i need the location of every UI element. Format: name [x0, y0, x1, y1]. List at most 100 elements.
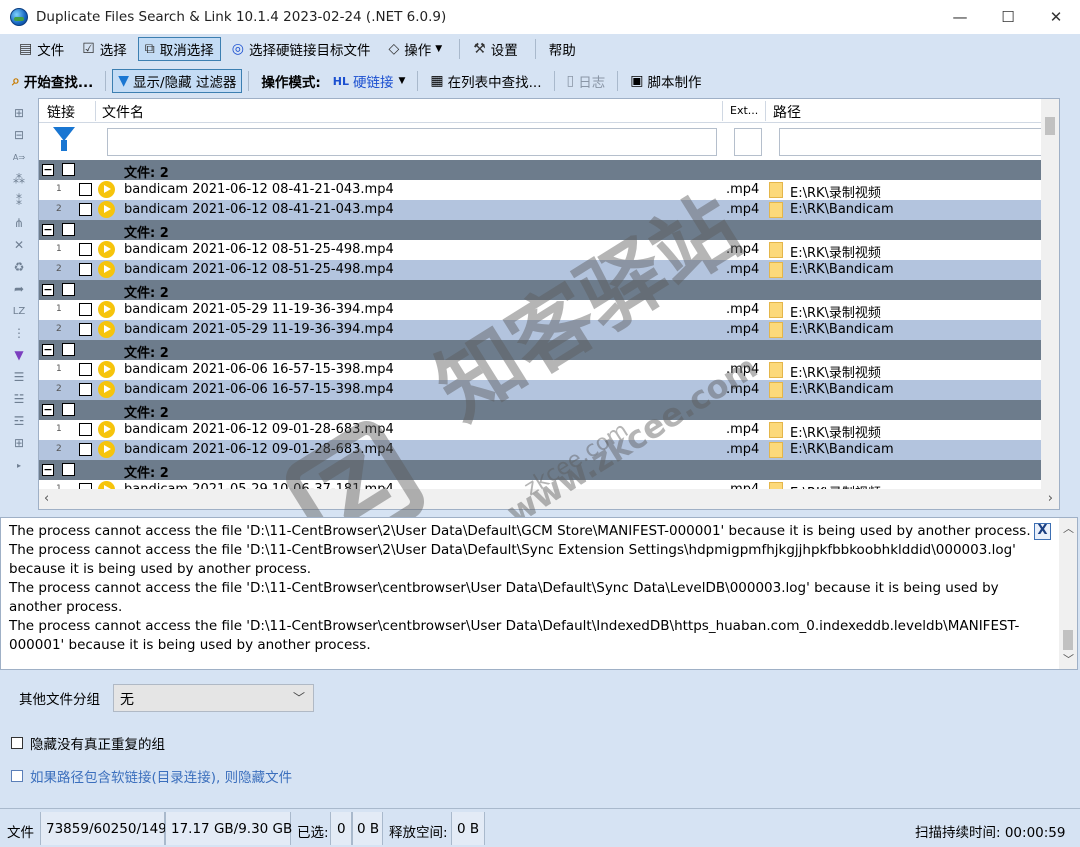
- scroll-right-icon[interactable]: ›: [1048, 491, 1053, 506]
- file-checkbox[interactable]: [79, 263, 92, 276]
- play-media-icon[interactable]: [98, 201, 115, 218]
- play-media-icon[interactable]: [98, 361, 115, 378]
- list-more-icon[interactable]: ☲: [8, 410, 30, 432]
- filename-filter-input[interactable]: [107, 128, 717, 156]
- collapse-group-icon[interactable]: −: [42, 224, 54, 236]
- file-row[interactable]: 2 bandicam 2021-06-12 08-41-21-043.mp4 .mp…: [39, 200, 1059, 220]
- play-media-icon[interactable]: [98, 301, 115, 318]
- col-ext-header[interactable]: Ext...: [730, 104, 758, 117]
- delete-icon[interactable]: ✕: [8, 234, 30, 256]
- group-checkbox[interactable]: [62, 163, 75, 176]
- ext-filter-input[interactable]: [734, 128, 762, 156]
- menu-select[interactable]: ☑ 选择: [75, 37, 134, 61]
- file-row[interactable]: 2 bandicam 2021-06-12 09-01-28-683.mp4 .mp…: [39, 440, 1059, 460]
- move-icon[interactable]: ➦: [8, 278, 30, 300]
- scroll-down-icon[interactable]: ﹀: [1063, 651, 1074, 667]
- group-row[interactable]: − 文件: 2: [39, 160, 1059, 181]
- menu-settings[interactable]: ⚒ 设置: [466, 37, 525, 61]
- file-checkbox[interactable]: [79, 443, 92, 456]
- script-button[interactable]: ▣ 脚本制作: [624, 69, 707, 93]
- play-media-icon[interactable]: [98, 321, 115, 338]
- file-checkbox[interactable]: [79, 203, 92, 216]
- scroll-left-icon[interactable]: ‹: [44, 491, 49, 506]
- group-checkbox[interactable]: [62, 223, 75, 236]
- group-row[interactable]: − 文件: 2: [39, 340, 1059, 361]
- group-checkbox[interactable]: [62, 463, 75, 476]
- start-search-button[interactable]: ⌕ 开始查找...: [6, 69, 99, 93]
- tree-icon[interactable]: ⋔: [8, 212, 30, 234]
- group-row[interactable]: − 文件: 2: [39, 460, 1059, 481]
- log-vertical-scrollbar[interactable]: ︿ ﹀: [1059, 518, 1077, 669]
- collapse-group-icon[interactable]: −: [42, 464, 54, 476]
- file-row[interactable]: 1 bandicam 2021-06-12 09-01-28-683.mp4 .mp…: [39, 420, 1059, 441]
- scrollbar-thumb[interactable]: [1045, 117, 1055, 135]
- filter-funnel-icon[interactable]: [53, 127, 75, 153]
- file-row[interactable]: 1 bandicam 2021-06-12 08-41-21-043.mp4 .mp…: [39, 180, 1059, 201]
- scroll-up-icon[interactable]: ︿: [1063, 520, 1074, 536]
- scrollbar-thumb[interactable]: [1063, 630, 1073, 650]
- grid-vertical-scrollbar[interactable]: [1041, 99, 1059, 491]
- file-row[interactable]: 2 bandicam 2021-06-06 16-57-15-398.mp4 .mp…: [39, 380, 1059, 400]
- file-checkbox[interactable]: [79, 423, 92, 436]
- file-row[interactable]: 1 bandicam 2021-06-12 08-51-25-498.mp4 .mp…: [39, 240, 1059, 261]
- filter-column-icon[interactable]: ▼: [8, 344, 30, 366]
- file-checkbox[interactable]: [79, 363, 92, 376]
- column-divider[interactable]: [722, 101, 723, 121]
- rename-icon[interactable]: A⇒: [8, 146, 30, 168]
- menu-help[interactable]: 帮助: [542, 37, 583, 61]
- play-media-icon[interactable]: [98, 241, 115, 258]
- col-path-header[interactable]: 路径: [773, 102, 801, 122]
- col-link-header[interactable]: 链接: [47, 102, 75, 122]
- grid-icon[interactable]: ⊞: [8, 432, 30, 454]
- mode-dropdown[interactable]: HL 硬链接 ▼: [327, 69, 412, 93]
- group-row[interactable]: − 文件: 2: [39, 280, 1059, 301]
- show-hide-filter-button[interactable]: ▼ 显示/隐藏 过滤器: [112, 69, 243, 93]
- column-divider[interactable]: [765, 101, 766, 121]
- group-checkbox[interactable]: [62, 343, 75, 356]
- group-row[interactable]: − 文件: 2: [39, 220, 1059, 241]
- group-icon[interactable]: ⁂: [8, 168, 30, 190]
- file-checkbox[interactable]: [79, 243, 92, 256]
- hide-not-dup-checkbox[interactable]: 隐藏没有真正重复的组: [11, 733, 165, 753]
- play-media-icon[interactable]: [98, 441, 115, 458]
- group-alt-icon[interactable]: ⁑: [8, 190, 30, 212]
- checkbox-box[interactable]: [11, 770, 23, 782]
- grid-horizontal-scrollbar[interactable]: ‹ ›: [39, 489, 1059, 509]
- play-media-icon[interactable]: [98, 181, 115, 198]
- menu-file[interactable]: ▤ 文件: [12, 37, 71, 61]
- file-checkbox[interactable]: [79, 303, 92, 316]
- log-close-button[interactable]: X: [1034, 523, 1051, 540]
- recycle-icon[interactable]: ♻: [8, 256, 30, 278]
- checkbox-box[interactable]: [11, 737, 23, 749]
- hide-softlink-checkbox[interactable]: 如果路径包含软链接(目录连接), 则隐藏文件: [11, 766, 292, 786]
- close-button[interactable]: ✕: [1032, 0, 1080, 34]
- file-checkbox[interactable]: [79, 183, 92, 196]
- minimize-button[interactable]: —: [936, 0, 984, 34]
- collapse-all-icon[interactable]: ⊟: [8, 124, 30, 146]
- column-icon[interactable]: ⋮: [8, 322, 30, 344]
- play-media-icon[interactable]: [98, 381, 115, 398]
- menu-select-hardlink-target[interactable]: ◎ 选择硬链接目标文件: [225, 37, 378, 61]
- file-checkbox[interactable]: [79, 323, 92, 336]
- group-checkbox[interactable]: [62, 283, 75, 296]
- file-row[interactable]: 2 bandicam 2021-06-12 08-51-25-498.mp4 .mp…: [39, 260, 1059, 280]
- list-icon[interactable]: ☰: [8, 366, 30, 388]
- collapse-group-icon[interactable]: −: [42, 344, 54, 356]
- group-checkbox[interactable]: [62, 403, 75, 416]
- collapse-group-icon[interactable]: −: [42, 404, 54, 416]
- expand-all-icon[interactable]: ⊞: [8, 102, 30, 124]
- collapse-group-icon[interactable]: −: [42, 284, 54, 296]
- collapse-group-icon[interactable]: −: [42, 164, 54, 176]
- play-media-icon[interactable]: [98, 261, 115, 278]
- path-filter-input[interactable]: [779, 128, 1059, 156]
- log-button[interactable]: ▯ 日志: [561, 69, 612, 93]
- compress-icon[interactable]: LZ: [8, 300, 30, 322]
- column-divider[interactable]: [95, 101, 96, 121]
- col-filename-header[interactable]: 文件名: [102, 102, 144, 122]
- file-row[interactable]: 1 bandicam 2021-05-29 11-19-36-394.mp4 .mp…: [39, 300, 1059, 321]
- group-row[interactable]: − 文件: 2: [39, 400, 1059, 421]
- file-checkbox[interactable]: [79, 383, 92, 396]
- file-row[interactable]: 2 bandicam 2021-05-29 11-19-36-394.mp4 .mp…: [39, 320, 1059, 340]
- other-group-select[interactable]: 无 ﹀: [113, 684, 314, 712]
- file-row[interactable]: 1 bandicam 2021-06-06 16-57-15-398.mp4 .mp…: [39, 360, 1059, 381]
